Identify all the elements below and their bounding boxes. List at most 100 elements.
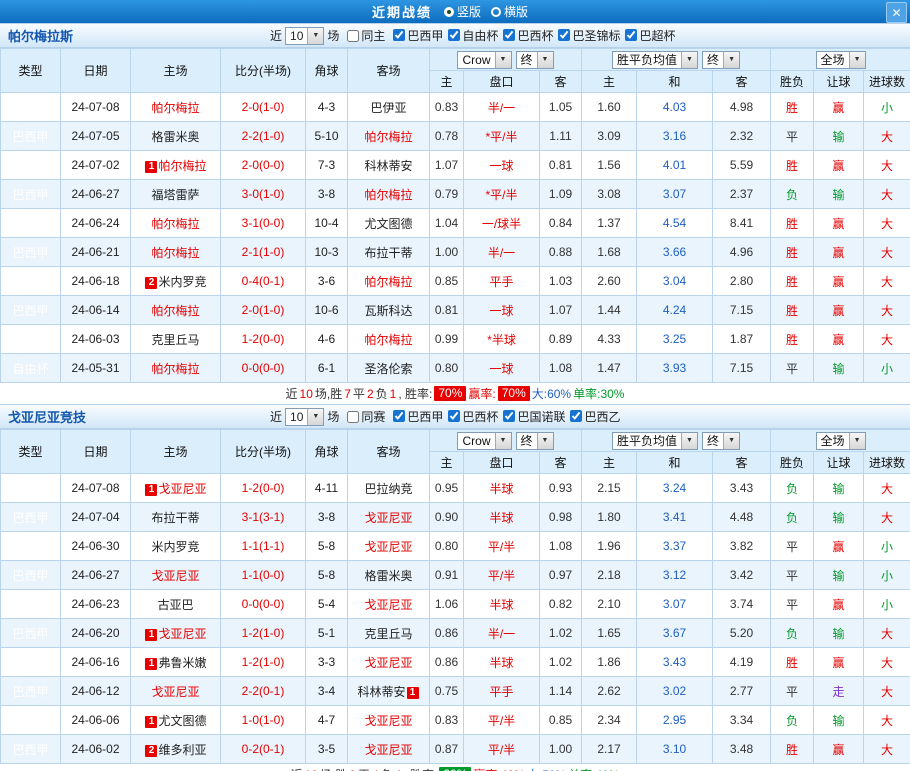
- competition-cell: 巴西甲: [1, 325, 61, 354]
- col-avg-home: 主: [582, 452, 637, 474]
- league-checkbox[interactable]: [393, 29, 405, 41]
- col-avg-draw: 和: [637, 452, 713, 474]
- ah-away-odds-cell: 0.82: [540, 590, 582, 619]
- corner-cell: 3-4: [306, 677, 348, 706]
- league-filter[interactable]: 巴西甲: [393, 408, 443, 425]
- close-button[interactable]: ✕: [886, 2, 907, 23]
- team-name: 科林蒂安: [357, 685, 405, 699]
- ah-home-odds-cell: 1.04: [430, 209, 464, 238]
- avg-home-odds-cell: 2.34: [582, 706, 637, 735]
- league-filter[interactable]: 巴超杯: [625, 27, 675, 44]
- league-checkbox[interactable]: [625, 29, 637, 41]
- league-checkbox[interactable]: [558, 29, 570, 41]
- date-cell: 24-06-06: [61, 706, 131, 735]
- team-name: 弗鲁米嫩: [158, 656, 206, 670]
- league-filter[interactable]: 巴西乙: [570, 408, 620, 425]
- same-competition-checkbox[interactable]: [347, 411, 359, 423]
- match-count-select[interactable]: 10 ▼: [285, 27, 324, 45]
- scope-select[interactable]: 全场▼: [816, 432, 866, 450]
- away-team-cell: 帕尔梅拉: [348, 180, 430, 209]
- league-filter[interactable]: 巴圣锦标: [558, 27, 620, 44]
- home-team-cell: 帕尔梅拉: [131, 238, 221, 267]
- competition-cell: 巴西甲: [1, 209, 61, 238]
- avg-away-odds-cell: 3.43: [713, 474, 771, 503]
- away-team-cell: 帕尔梅拉: [348, 325, 430, 354]
- ah-away-odds-cell: 1.02: [540, 619, 582, 648]
- final-odds-select[interactable]: 终▼: [516, 432, 554, 450]
- goals-cell: 大: [864, 209, 910, 238]
- summary-text: , 胜率:: [398, 385, 432, 402]
- team-name: 帕尔梅拉: [158, 159, 206, 173]
- odds-company-select[interactable]: Crow▼: [457, 51, 511, 69]
- odds-company-select[interactable]: Crow▼: [457, 432, 511, 450]
- date-cell: 24-06-23: [61, 590, 131, 619]
- avg-draw-odds-cell: 3.07: [637, 180, 713, 209]
- home-team-cell: 戈亚尼亚: [131, 561, 221, 590]
- ah-home-odds-cell: 0.80: [430, 354, 464, 383]
- avg-draw-odds-cell: 4.01: [637, 151, 713, 180]
- col-type: 类型: [1, 430, 61, 474]
- goals-cell: 大: [864, 296, 910, 325]
- same-venue-filter[interactable]: 同主: [347, 27, 385, 44]
- away-team-cell: 布拉干蒂: [348, 238, 430, 267]
- goals-cell: 小: [864, 561, 910, 590]
- scope-select[interactable]: 全场▼: [816, 51, 866, 69]
- league-checkbox[interactable]: [448, 410, 460, 422]
- ah-line-cell: 半球: [464, 503, 540, 532]
- score-cell: 0-2(0-1): [221, 735, 306, 764]
- avg-odds-select[interactable]: 胜平负均值▼: [612, 51, 698, 69]
- result-cell: 胜: [771, 325, 814, 354]
- avg-away-odds-cell: 2.80: [713, 267, 771, 296]
- avg-home-odds-cell: 2.60: [582, 267, 637, 296]
- avg-home-odds-cell: 4.33: [582, 325, 637, 354]
- away-team-cell: 圣洛伦索: [348, 354, 430, 383]
- final-avg-select[interactable]: 终▼: [702, 432, 740, 450]
- away-team-cell: 巴拉纳竞: [348, 474, 430, 503]
- score-cell: 2-0(1-0): [221, 296, 306, 325]
- league-checkbox[interactable]: [393, 410, 405, 422]
- radio-horizontal[interactable]: 横版: [491, 3, 528, 20]
- summary-text: , 胜率:: [403, 766, 437, 771]
- avg-odds-select[interactable]: 胜平负均值▼: [612, 432, 698, 450]
- col-ah-away: 客: [540, 71, 582, 93]
- score-cell: 2-1(1-0): [221, 238, 306, 267]
- same-venue-checkbox[interactable]: [347, 30, 359, 42]
- handicap-result-cell: 输: [814, 619, 864, 648]
- league-checkbox[interactable]: [570, 410, 582, 422]
- competition-cell: 巴西甲: [1, 677, 61, 706]
- final-avg-select[interactable]: 终▼: [702, 51, 740, 69]
- league-filter[interactable]: 巴西杯: [503, 27, 553, 44]
- handicap-result-cell: 赢: [814, 590, 864, 619]
- rate-badge: 70%: [498, 386, 530, 401]
- ah-line-cell: 半/一: [464, 619, 540, 648]
- league-checkbox[interactable]: [503, 29, 515, 41]
- league-filter[interactable]: 巴西杯: [448, 408, 498, 425]
- team-name: 戈亚尼亚: [151, 569, 199, 583]
- final-odds-select[interactable]: 终▼: [516, 51, 554, 69]
- date-cell: 24-07-08: [61, 93, 131, 122]
- summary-text: 10: [300, 387, 313, 401]
- ah-line-cell: 平/半: [464, 532, 540, 561]
- matches-table-goianiense: 类型 日期 主场 比分(半场) 角球 客场 Crow▼ 终▼ 胜平负均值▼ 终▼: [0, 429, 910, 764]
- handicap-result-cell: 赢: [814, 93, 864, 122]
- match-count-select[interactable]: 10 ▼: [285, 408, 324, 426]
- chevron-down-icon: ▼: [681, 433, 697, 449]
- league-label: 巴超杯: [639, 27, 675, 44]
- summary-text: 2: [349, 768, 356, 771]
- goals-cell: 大: [864, 503, 910, 532]
- competition-cell: 巴西甲: [1, 648, 61, 677]
- same-competition-filter[interactable]: 同赛: [347, 408, 385, 425]
- rate-badge: 20%: [439, 767, 471, 771]
- league-filter[interactable]: 巴国诺联: [503, 408, 565, 425]
- league-filter[interactable]: 巴西甲: [393, 27, 443, 44]
- avg-away-odds-cell: 7.15: [713, 296, 771, 325]
- col-avg-away: 客: [713, 452, 771, 474]
- league-checkbox[interactable]: [448, 29, 460, 41]
- radio-vertical[interactable]: 竖版: [444, 3, 481, 20]
- league-filter[interactable]: 自由杯: [448, 27, 498, 44]
- ah-away-odds-cell: 0.98: [540, 503, 582, 532]
- league-checkbox[interactable]: [503, 410, 515, 422]
- avg-draw-odds-cell: 4.54: [637, 209, 713, 238]
- col-ah-line: 盘口: [464, 452, 540, 474]
- score-cell: 3-1(0-0): [221, 209, 306, 238]
